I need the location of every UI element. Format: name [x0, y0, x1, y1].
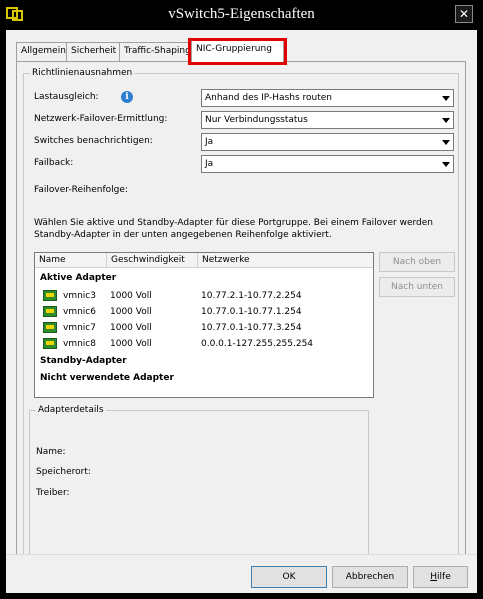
- chevron-down-icon: [442, 96, 450, 101]
- dialog-footer: OK Abbrechen Hilfe: [6, 554, 477, 593]
- info-icon[interactable]: i: [121, 91, 133, 103]
- failover-detection-value: Nur Verbindungsstatus: [205, 115, 308, 125]
- tab-sicherheit[interactable]: Sicherheit: [66, 42, 122, 61]
- network-adapter-icon: [43, 290, 57, 301]
- detail-name-label: Name:: [36, 447, 66, 457]
- tab-nic-gruppierung[interactable]: NIC-Gruppierung: [191, 40, 284, 62]
- adapter-speed: 1000 Voll: [110, 291, 152, 301]
- adapter-name: vmnic8: [63, 339, 96, 349]
- adapter-details-group: Adapterdetails Name: Speicherort: Treibe…: [29, 405, 369, 560]
- chevron-down-icon: [442, 162, 450, 167]
- adapter-name: vmnic7: [63, 323, 96, 333]
- window-title: vSwitch5-Eigenschaften: [168, 6, 315, 22]
- group-standby-adapters: Standby-Adapter: [40, 356, 127, 366]
- tab-allgemein[interactable]: Allgemein: [16, 42, 71, 61]
- title-bar[interactable]: vSwitch5-Eigenschaften ✕: [0, 0, 483, 30]
- policy-group-title: Richtlinienausnahmen: [30, 68, 135, 79]
- dialog-window: vSwitch5-Eigenschaften ✕ Allgemein Siche…: [0, 0, 483, 599]
- failback-value: Ja: [205, 159, 214, 169]
- adapter-speed: 1000 Voll: [110, 339, 152, 349]
- network-adapter-icon: [43, 338, 57, 349]
- load-balancing-select[interactable]: Anhand des IP-Hashs routen: [201, 89, 454, 107]
- adapter-list[interactable]: Name Geschwindigkeit Netzwerke Aktive Ad…: [34, 252, 374, 398]
- column-header-speed[interactable]: Geschwindigkeit: [107, 253, 198, 268]
- adapter-networks: 10.77.0.1-10.77.3.254: [201, 323, 302, 333]
- load-balancing-value: Anhand des IP-Hashs routen: [205, 93, 332, 103]
- chevron-down-icon: [442, 140, 450, 145]
- close-button[interactable]: ✕: [455, 5, 473, 23]
- group-active-adapters: Aktive Adapter: [40, 273, 117, 283]
- adapter-speed: 1000 Voll: [110, 323, 152, 333]
- network-adapter-icon: [43, 306, 57, 317]
- adapter-networks: 10.77.2.1-10.77.2.254: [201, 291, 302, 301]
- adapter-details-title: Adapterdetails: [36, 405, 106, 416]
- help-button[interactable]: Hilfe: [413, 566, 468, 588]
- chevron-down-icon: [442, 118, 450, 123]
- failback-label: Failback:: [34, 158, 74, 168]
- column-header-name[interactable]: Name: [35, 253, 107, 268]
- detail-driver-label: Treiber:: [36, 488, 70, 498]
- adapter-name: vmnic3: [63, 291, 96, 301]
- adapter-row[interactable]: vmnic8 1000 Voll 0.0.0.1-127.255.255.254: [35, 337, 373, 353]
- ok-button[interactable]: OK: [251, 566, 327, 588]
- failover-order-label: Failover-Reihenfolge:: [34, 185, 128, 195]
- notify-switches-select[interactable]: Ja: [201, 133, 454, 151]
- network-adapter-icon: [43, 322, 57, 333]
- adapter-row[interactable]: vmnic6 1000 Voll 10.77.0.1-10.77.1.254: [35, 305, 373, 321]
- load-balancing-label: Lastausgleich:: [34, 92, 99, 102]
- group-unused-adapters: Nicht verwendete Adapter: [40, 373, 174, 383]
- failback-select[interactable]: Ja: [201, 155, 454, 173]
- move-up-button[interactable]: Nach oben: [379, 252, 455, 272]
- policy-exceptions-group: Richtlinienausnahmen Lastausgleich: i An…: [23, 68, 459, 567]
- failover-detection-select[interactable]: Nur Verbindungsstatus: [201, 111, 454, 129]
- adapter-row[interactable]: vmnic7 1000 Voll 10.77.0.1-10.77.3.254: [35, 321, 373, 337]
- move-down-button[interactable]: Nach unten: [379, 277, 455, 297]
- notify-switches-label: Switches benachrichtigen:: [34, 136, 153, 146]
- tab-traffic-shaping[interactable]: Traffic-Shaping: [119, 42, 196, 61]
- notify-switches-value: Ja: [205, 137, 214, 147]
- detail-location-label: Speicherort:: [36, 467, 91, 477]
- adapter-speed: 1000 Voll: [110, 307, 152, 317]
- column-header-networks[interactable]: Netzwerke: [198, 253, 373, 268]
- dialog-client-area: Allgemein Sicherheit Traffic-Shaping NIC…: [6, 30, 477, 593]
- adapter-networks: 0.0.0.1-127.255.255.254: [201, 339, 314, 349]
- adapter-name: vmnic6: [63, 307, 96, 317]
- failover-detection-label: Netzwerk-Failover-Ermittlung:: [34, 114, 168, 124]
- adapter-networks: 10.77.0.1-10.77.1.254: [201, 307, 302, 317]
- nic-teaming-panel: Richtlinienausnahmen Lastausgleich: i An…: [16, 61, 466, 574]
- cancel-button[interactable]: Abbrechen: [332, 566, 408, 588]
- failover-description: Wählen Sie aktive und Standby-Adapter fü…: [34, 218, 433, 240]
- adapter-row[interactable]: vmnic3 1000 Voll 10.77.2.1-10.77.2.254: [35, 289, 373, 305]
